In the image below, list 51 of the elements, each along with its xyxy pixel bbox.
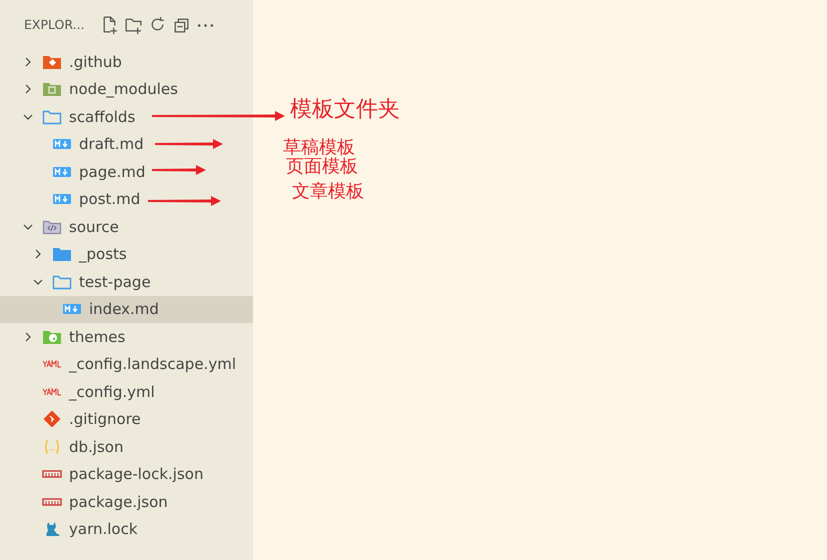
folder-icon (52, 246, 72, 262)
tree-item[interactable]: draft.md (0, 130, 253, 158)
tree-item[interactable]: _config.landscape.yml (0, 350, 253, 378)
file-name: _config.yml (69, 382, 155, 401)
explorer-title: EXPLOR... (24, 16, 85, 32)
tree-item[interactable]: yarn.lock (0, 516, 253, 543)
tree-item[interactable]: db.json (0, 433, 253, 460)
tree-item[interactable]: scaffolds (0, 103, 253, 130)
tree-item[interactable]: .gitignore (0, 406, 253, 433)
file-name: _posts (79, 245, 127, 264)
tree-item[interactable]: post.md (0, 186, 253, 213)
file-name: package-lock.json (69, 465, 204, 484)
file-name: db.json (69, 438, 124, 456)
palette-folder-icon (42, 328, 62, 345)
file-name: draft.md (79, 135, 144, 154)
folder-icon (42, 81, 62, 98)
file-name: page.md (79, 162, 146, 181)
file-name: index.md (89, 300, 159, 318)
file-name: test-page (79, 272, 151, 291)
tree-item[interactable]: test-page (0, 268, 253, 296)
annotation-label: 草稿模板 (283, 138, 355, 158)
file-name: .gitignore (69, 410, 141, 428)
tree-item[interactable]: package.json (0, 488, 253, 516)
file-name: package.json (69, 492, 168, 511)
tree-item[interactable]: page.md (0, 158, 253, 186)
file-name: scaffolds (69, 108, 136, 126)
tree-item[interactable]: .github (0, 48, 253, 76)
tree-item[interactable]: themes (0, 323, 253, 350)
tree-item[interactable]: _config.yml (0, 378, 253, 406)
annotation-label: 页面模板 (286, 157, 358, 177)
file-name: node_modules (69, 80, 178, 98)
annotation-label: 文章模板 (292, 182, 364, 202)
arrow (152, 165, 206, 175)
code-folder-icon (42, 218, 62, 235)
file-name: .github (69, 52, 122, 71)
file-name: themes (69, 328, 126, 346)
tree-item[interactable]: node_modules (0, 76, 253, 103)
arrow (155, 139, 223, 149)
tree-item[interactable]: _posts (0, 240, 253, 268)
braces-icon (42, 438, 62, 455)
folder-icon (42, 108, 62, 125)
folder-icon (52, 274, 72, 290)
tree-item[interactable]: package-lock.json (0, 460, 253, 488)
file-name: yarn.lock (69, 520, 138, 538)
tree-item[interactable]: index.md (0, 296, 253, 323)
file-name: _config.landscape.yml (69, 355, 236, 374)
tree-item[interactable]: source (0, 213, 253, 240)
folder-icon (42, 54, 62, 70)
file-name: post.md (79, 190, 140, 208)
annotation-label: 模板文件夹 (290, 98, 400, 122)
file-name: source (69, 218, 119, 236)
